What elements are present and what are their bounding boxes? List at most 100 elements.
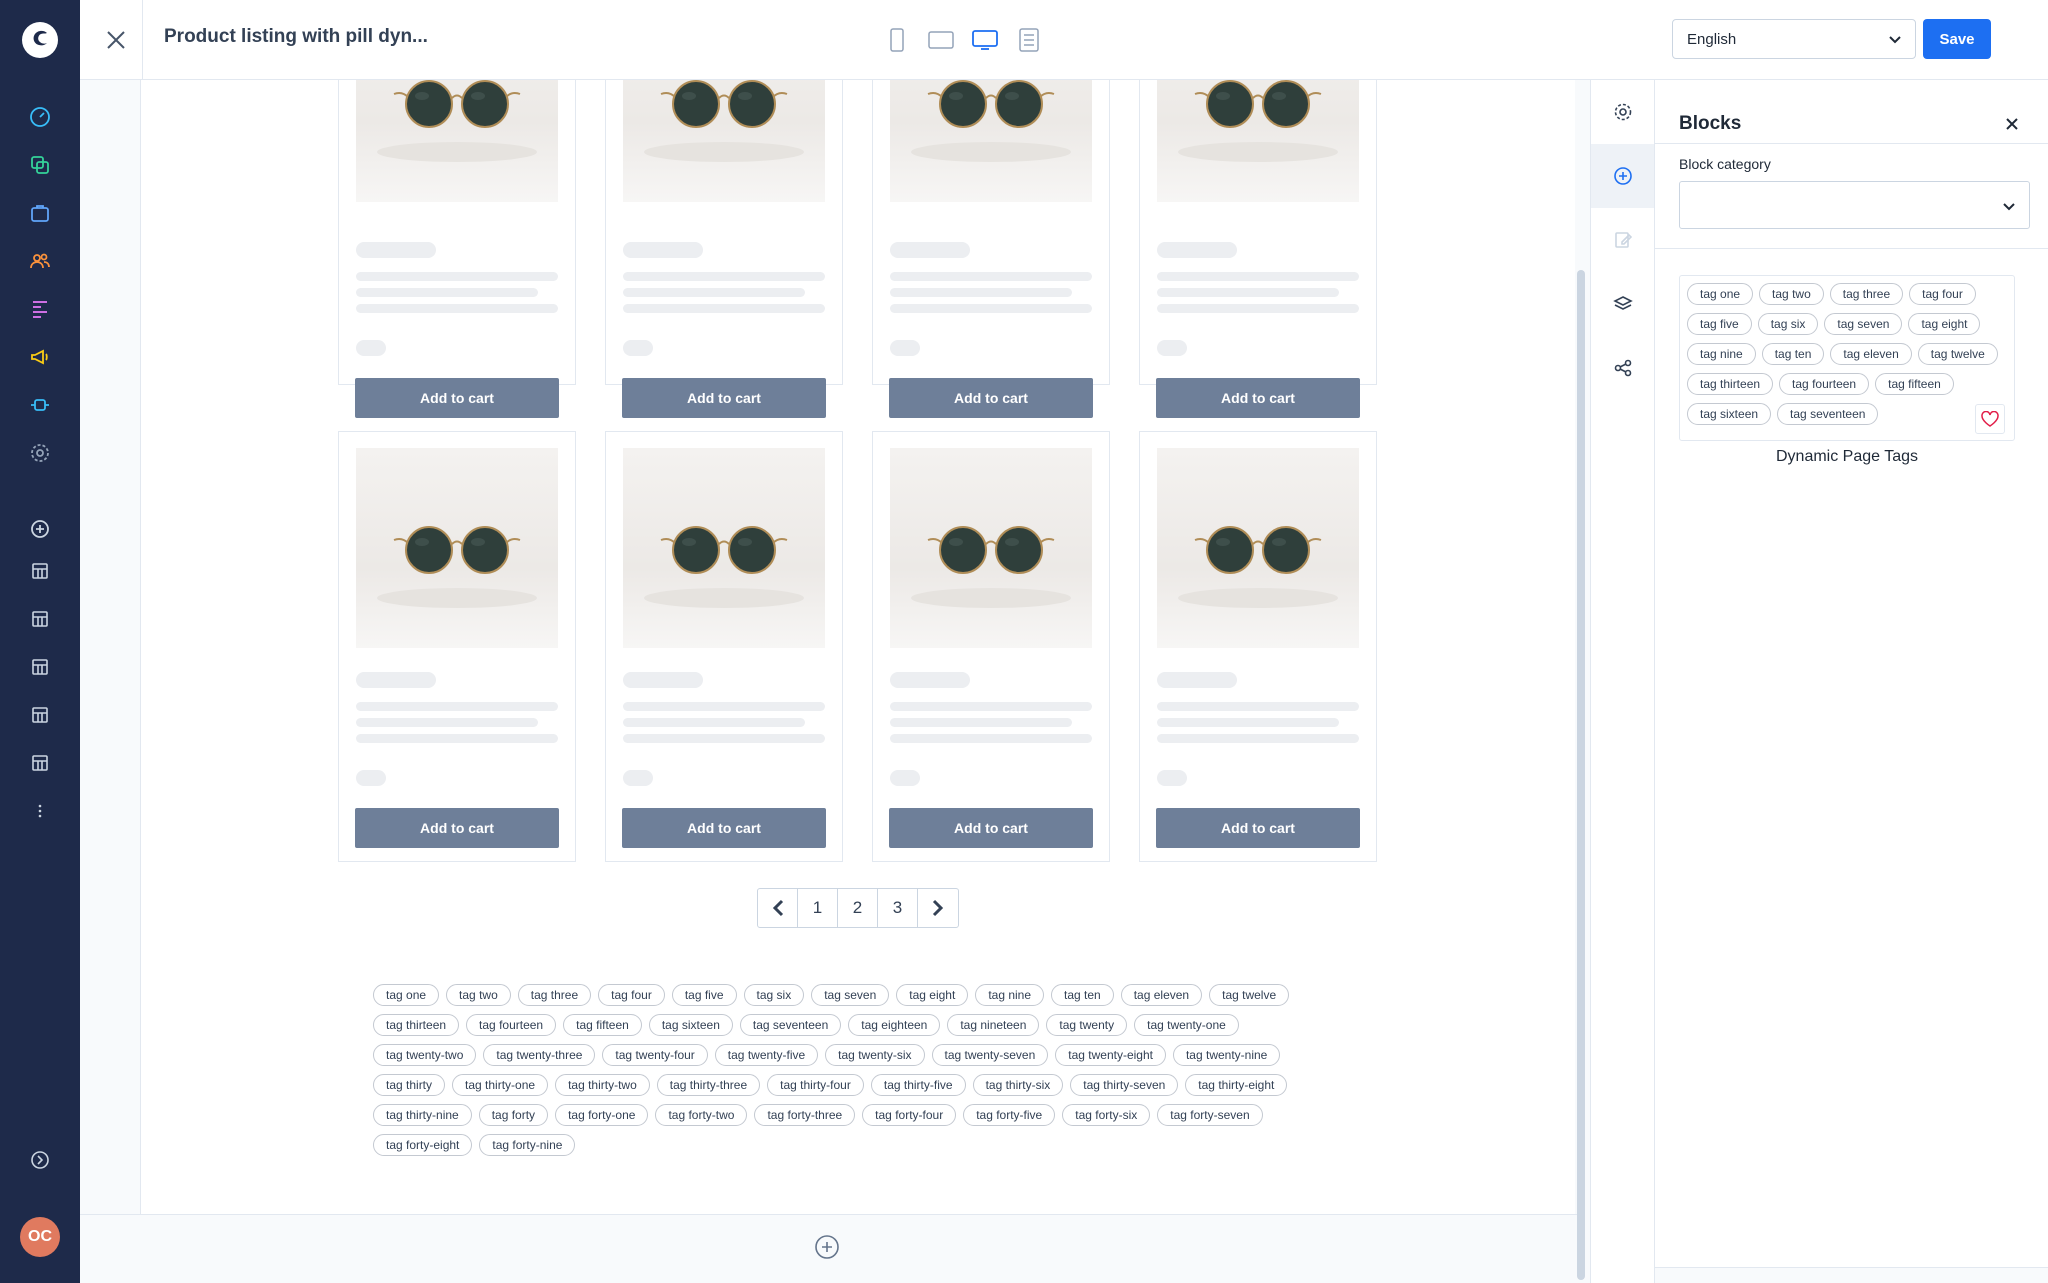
tag-pill[interactable]: tag fifteen	[1875, 373, 1954, 395]
tag-pill[interactable]: tag thirty-two	[555, 1074, 650, 1096]
product-image[interactable]	[890, 80, 1092, 202]
tag-pill[interactable]: tag seventeen	[1777, 403, 1879, 425]
add-sales-channel-icon[interactable]	[26, 515, 54, 543]
tag-pill[interactable]: tag sixteen	[648, 1014, 733, 1036]
tag-pill[interactable]: tag forty-six	[1062, 1104, 1151, 1126]
tag-pill[interactable]: tag nine	[975, 984, 1045, 1006]
tag-pill[interactable]: tag sixteen	[1687, 403, 1772, 425]
tag-pill[interactable]: tag eight	[1908, 313, 1981, 335]
product-card[interactable]: Add to cart	[338, 80, 576, 418]
tag-pill[interactable]: tag twenty-seven	[931, 1044, 1049, 1066]
page-2[interactable]: 2	[838, 889, 878, 927]
tag-pill[interactable]: tag forty-four	[862, 1104, 957, 1126]
sales-channel-icon[interactable]	[26, 749, 54, 777]
product-card[interactable]: Add to cart	[605, 431, 843, 862]
desktop-view-icon[interactable]	[968, 24, 1002, 56]
customers-icon[interactable]	[26, 247, 54, 275]
tag-pill[interactable]: tag fourteen	[466, 1014, 557, 1036]
logo-icon[interactable]	[20, 20, 60, 60]
add-to-cart-button[interactable]: Add to cart	[622, 808, 826, 848]
tag-pill[interactable]: tag three	[517, 984, 592, 1006]
tag-pill[interactable]: tag six	[743, 984, 805, 1006]
tag-pill[interactable]: tag twenty-five	[714, 1044, 819, 1066]
product-card[interactable]: Add to cart	[872, 80, 1110, 418]
content-icon[interactable]	[26, 295, 54, 323]
previous-page-icon[interactable]	[758, 889, 798, 927]
tag-pill[interactable]: tag thirty	[373, 1074, 446, 1096]
tag-pill[interactable]: tag twenty-four	[602, 1044, 708, 1066]
page-1[interactable]: 1	[798, 889, 838, 927]
share-icon[interactable]	[1591, 336, 1654, 400]
add-blocks-icon[interactable]	[1591, 144, 1654, 208]
tag-pill[interactable]: tag thirteen	[1687, 373, 1774, 395]
tag-pill[interactable]: tag thirty-one	[452, 1074, 549, 1096]
tag-pill[interactable]: tag thirty-five	[870, 1074, 966, 1096]
tag-pill[interactable]: tag thirty-seven	[1070, 1074, 1179, 1096]
sales-channel-icon[interactable]	[26, 557, 54, 585]
favorite-icon[interactable]	[1975, 404, 2005, 434]
settings-icon[interactable]	[26, 439, 54, 467]
language-select[interactable]: English	[1672, 19, 1916, 59]
tag-pill[interactable]: tag thirteen	[373, 1014, 460, 1036]
block-preview[interactable]: tag one tag two tag three tag four tag five t…	[1679, 275, 2015, 441]
close-icon[interactable]	[2002, 114, 2022, 134]
tag-pill[interactable]: tag one	[373, 984, 440, 1006]
tag-pill[interactable]: tag eight	[896, 984, 969, 1006]
add-to-cart-button[interactable]: Add to cart	[1156, 378, 1360, 418]
tag-pill[interactable]: tag seven	[1824, 313, 1903, 335]
add-to-cart-button[interactable]: Add to cart	[1156, 808, 1360, 848]
tag-pill[interactable]: tag two	[1759, 283, 1824, 305]
tag-pill[interactable]: tag forty-one	[555, 1104, 649, 1126]
tag-pill[interactable]: tag six	[1757, 313, 1819, 335]
add-to-cart-button[interactable]: Add to cart	[355, 378, 559, 418]
product-image[interactable]	[356, 448, 558, 648]
tag-pill[interactable]: tag ten	[1051, 984, 1114, 1006]
canvas-scrollbar[interactable]	[1577, 270, 1585, 1280]
tag-pill[interactable]: tag forty-three	[754, 1104, 856, 1126]
add-to-cart-button[interactable]: Add to cart	[889, 808, 1093, 848]
product-card[interactable]: Add to cart	[1139, 80, 1377, 418]
sales-channel-icon[interactable]	[26, 701, 54, 729]
tag-pill[interactable]: tag thirty-three	[656, 1074, 761, 1096]
next-page-icon[interactable]	[918, 889, 958, 927]
tag-pill[interactable]: tag forty	[478, 1104, 549, 1126]
dashboard-icon[interactable]	[26, 103, 54, 131]
page-3[interactable]: 3	[878, 889, 918, 927]
tag-pill[interactable]: tag twenty-one	[1134, 1014, 1239, 1036]
product-image[interactable]	[890, 448, 1092, 648]
tag-pill[interactable]: tag thirty-nine	[373, 1104, 472, 1126]
tag-pill[interactable]: tag seven	[811, 984, 890, 1006]
tag-pill[interactable]: tag forty-seven	[1157, 1104, 1263, 1126]
tag-pill[interactable]: tag twelve	[1917, 343, 1998, 365]
product-image[interactable]	[1157, 448, 1359, 648]
collapse-sidebar-icon[interactable]	[26, 1146, 54, 1174]
tag-pill[interactable]: tag twenty-three	[483, 1044, 596, 1066]
block-category-select[interactable]	[1679, 181, 2030, 229]
tag-pill[interactable]: tag three	[1829, 283, 1904, 305]
tag-pill[interactable]: tag eleven	[1120, 984, 1203, 1006]
form-view-icon[interactable]	[1012, 24, 1046, 56]
tag-pill[interactable]: tag fourteen	[1779, 373, 1870, 395]
tag-pill[interactable]: tag eleven	[1830, 343, 1912, 365]
catalog-icon[interactable]	[26, 151, 54, 179]
product-card[interactable]: Add to cart	[338, 431, 576, 862]
tag-pill[interactable]: tag twenty-six	[825, 1044, 925, 1066]
layers-icon[interactable]	[1591, 272, 1654, 336]
product-image[interactable]	[623, 80, 825, 202]
add-to-cart-button[interactable]: Add to cart	[622, 378, 826, 418]
mobile-view-icon[interactable]	[880, 24, 914, 56]
tag-pill[interactable]: tag one	[1687, 283, 1754, 305]
sales-channel-icon[interactable]	[26, 653, 54, 681]
add-block-icon[interactable]	[812, 1232, 842, 1262]
tag-pill[interactable]: tag forty-eight	[373, 1134, 473, 1156]
product-card[interactable]: Add to cart	[605, 80, 843, 418]
edit-icon[interactable]	[1591, 208, 1654, 272]
tag-pill[interactable]: tag seventeen	[739, 1014, 842, 1036]
tag-pill[interactable]: tag two	[446, 984, 511, 1006]
tag-pill[interactable]: tag twenty-eight	[1055, 1044, 1166, 1066]
tag-pill[interactable]: tag twenty-nine	[1172, 1044, 1281, 1066]
tag-pill[interactable]: tag thirty-eight	[1185, 1074, 1288, 1096]
add-to-cart-button[interactable]: Add to cart	[889, 378, 1093, 418]
marketing-icon[interactable]	[26, 343, 54, 371]
orders-icon[interactable]	[26, 199, 54, 227]
